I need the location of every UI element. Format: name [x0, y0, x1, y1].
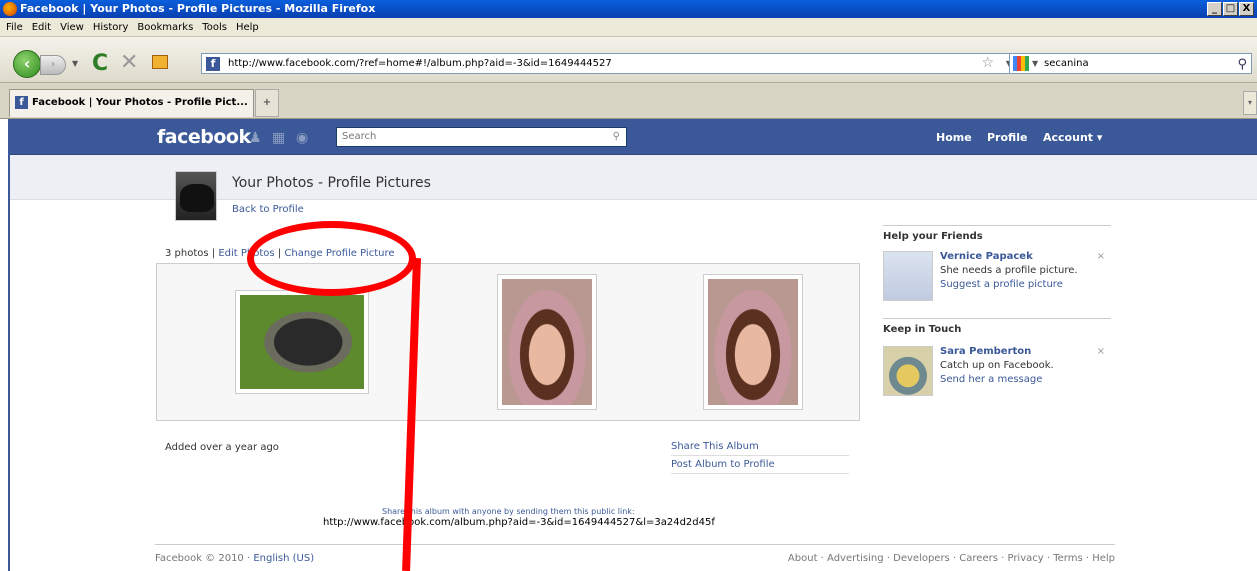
- maximize-button[interactable]: □: [1223, 2, 1238, 16]
- bookmark-star-icon[interactable]: ☆: [981, 54, 994, 73]
- facebook-header: facebook ♟ ▦ ◉ Search ⚲ Home Profile Acc…: [10, 119, 1257, 155]
- copyright: Facebook © 2010 ·: [155, 553, 254, 564]
- history-dropdown-icon[interactable]: ▼: [72, 59, 78, 68]
- search-value: secanina: [1044, 58, 1089, 69]
- send-message-link[interactable]: Send her a message: [940, 374, 1042, 385]
- window-title: Facebook | Your Photos - Profile Picture…: [20, 2, 376, 15]
- friend-name[interactable]: Sara Pemberton: [940, 346, 1031, 357]
- notifications-icon[interactable]: ◉: [296, 130, 308, 146]
- facebook-logo[interactable]: facebook: [157, 126, 251, 148]
- firefox-icon: [3, 2, 17, 16]
- friend-text: Catch up on Facebook.: [940, 360, 1054, 371]
- close-window-button[interactable]: X: [1239, 2, 1254, 16]
- friend-suggestion: Vernice Papacek She needs a profile pict…: [883, 251, 1111, 309]
- reload-icon[interactable]: C: [92, 51, 108, 76]
- dismiss-icon[interactable]: ×: [1097, 346, 1105, 357]
- menu-help[interactable]: Help: [236, 22, 259, 33]
- keep-in-touch-heading: Keep in Touch: [883, 318, 1111, 335]
- minimize-button[interactable]: _: [1207, 2, 1222, 16]
- friend-text: She needs a profile picture.: [940, 265, 1078, 276]
- share-note: Share this album with anyone by sending …: [382, 507, 635, 516]
- page-title: Your Photos - Profile Pictures: [232, 175, 431, 191]
- page-content: facebook ♟ ▦ ◉ Search ⚲ Home Profile Acc…: [10, 119, 1257, 571]
- photo-count: 3 photos: [165, 248, 209, 259]
- site-favicon-icon: f: [206, 57, 220, 71]
- tab-favicon-icon: f: [15, 96, 28, 109]
- added-date: Added over a year ago: [165, 442, 279, 453]
- friends-icon[interactable]: ♟: [249, 130, 262, 146]
- share-url[interactable]: http://www.facebook.com/album.php?aid=-3…: [323, 517, 715, 528]
- menu-view[interactable]: View: [60, 22, 84, 33]
- photo-girl-1[interactable]: [497, 274, 597, 410]
- home-icon[interactable]: [152, 55, 168, 69]
- forward-button[interactable]: ›: [40, 55, 66, 75]
- fb-search-placeholder: Search: [342, 131, 377, 142]
- engine-dropdown-icon[interactable]: ▼: [1032, 54, 1038, 73]
- new-tab-button[interactable]: +: [255, 89, 279, 117]
- tab-bar: f Facebook | Your Photos - Profile Pict.…: [0, 83, 1257, 119]
- menu-bar: File Edit View History Bookmarks Tools H…: [0, 18, 1257, 37]
- menu-file[interactable]: File: [6, 22, 23, 33]
- separator: |: [211, 248, 216, 259]
- album-grid: [156, 263, 860, 421]
- help-friends-heading: Help your Friends: [883, 225, 1111, 242]
- language-link[interactable]: English (US): [253, 553, 314, 564]
- nav-profile-link[interactable]: Profile: [987, 131, 1027, 144]
- fb-search-input[interactable]: Search ⚲: [336, 127, 627, 147]
- footer-links[interactable]: About · Advertising · Developers · Caree…: [788, 553, 1115, 564]
- annotation-circle: [247, 221, 416, 296]
- menu-bookmarks[interactable]: Bookmarks: [137, 22, 193, 33]
- tab-facebook[interactable]: f Facebook | Your Photos - Profile Pict.…: [9, 89, 279, 117]
- tab-list-icon[interactable]: ▾: [1243, 91, 1257, 115]
- friend-contact: Sara Pemberton Catch up on Facebook. Sen…: [883, 346, 1111, 404]
- tab-label: Facebook | Your Photos - Profile Pict...: [32, 97, 248, 108]
- messages-icon[interactable]: ▦: [272, 130, 285, 146]
- album-thumbnail[interactable]: [175, 171, 217, 221]
- nav-home-link[interactable]: Home: [936, 131, 972, 144]
- stop-icon[interactable]: ✕: [120, 50, 138, 75]
- navigation-toolbar: ‹ › ▼ C ✕ f http://www.facebook.com/?ref…: [0, 37, 1257, 83]
- fb-search-icon[interactable]: ⚲: [613, 128, 620, 146]
- dismiss-icon[interactable]: ×: [1097, 251, 1105, 262]
- nav-account-link[interactable]: Account ▾: [1043, 131, 1102, 144]
- back-to-profile-link[interactable]: Back to Profile: [232, 204, 304, 215]
- menu-tools[interactable]: Tools: [202, 22, 227, 33]
- window-titlebar: Facebook | Your Photos - Profile Picture…: [0, 0, 1257, 18]
- url-text: http://www.facebook.com/?ref=home#!/albu…: [228, 58, 612, 69]
- post-album-link[interactable]: Post Album to Profile: [671, 459, 849, 474]
- menu-history[interactable]: History: [93, 22, 129, 33]
- avatar[interactable]: [883, 346, 933, 396]
- back-button[interactable]: ‹: [13, 50, 41, 78]
- menu-edit[interactable]: Edit: [32, 22, 51, 33]
- friend-name[interactable]: Vernice Papacek: [940, 251, 1033, 262]
- url-bar[interactable]: f http://www.facebook.com/?ref=home#!/al…: [201, 53, 1019, 74]
- avatar[interactable]: [883, 251, 933, 301]
- footer: Facebook © 2010 · English (US) About · A…: [155, 544, 1115, 571]
- share-album-link[interactable]: Share This Album: [671, 441, 849, 456]
- photo-girl-2[interactable]: [703, 274, 803, 410]
- google-icon[interactable]: [1013, 56, 1029, 71]
- suggest-picture-link[interactable]: Suggest a profile picture: [940, 279, 1063, 290]
- search-engine-box[interactable]: ▼ secanina ⚲: [1009, 53, 1252, 74]
- photo-dog[interactable]: [235, 290, 369, 394]
- search-icon[interactable]: ⚲: [1237, 55, 1247, 74]
